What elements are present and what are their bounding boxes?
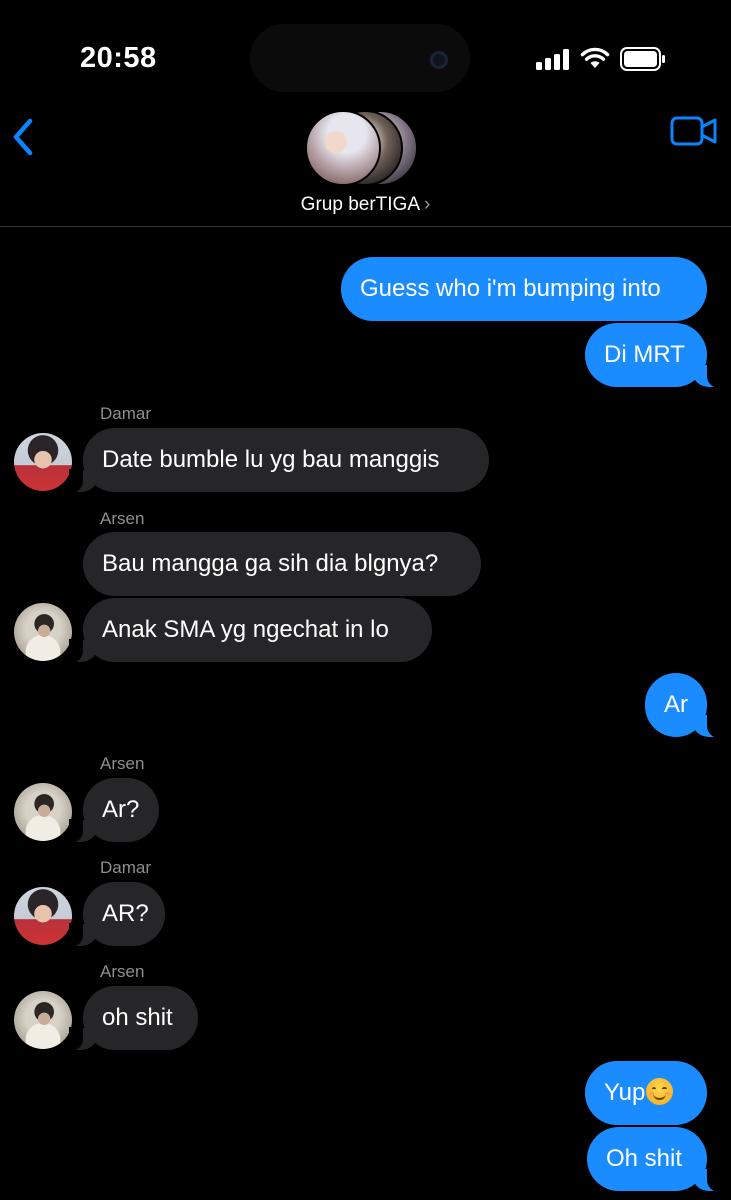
message-text: Ar: [664, 691, 688, 718]
messages-screen: 20:58 Grup berTIGA › Guess who i'm bumpin…: [0, 0, 731, 1200]
sender-name: Damar: [100, 404, 152, 423]
header-divider: [0, 226, 731, 227]
avatar-arsen[interactable]: [14, 991, 72, 1049]
avatar-damar[interactable]: [14, 433, 72, 491]
message-text: oh shit: [102, 1004, 173, 1031]
message-bubble-incoming[interactable]: Date bumble lu yg bau manggis: [69, 428, 489, 493]
battery-icon: [620, 47, 665, 71]
message-text: AR?: [102, 900, 149, 927]
group-avatar-stack[interactable]: [305, 110, 420, 186]
sender-name: Damar: [100, 858, 152, 877]
message-bubble-outgoing[interactable]: Ar: [645, 673, 721, 738]
group-name-button[interactable]: Grup berTIGA ›: [0, 194, 731, 216]
sender-name: Arsen: [100, 509, 145, 528]
message-bubble-incoming[interactable]: Anak SMA yg ngechat in lo: [69, 598, 432, 663]
sender-name: Arsen: [100, 754, 145, 773]
group-member-avatar: [305, 110, 381, 186]
message-bubble-outgoing[interactable]: Yup: [585, 1061, 707, 1125]
back-button[interactable]: [6, 112, 40, 162]
message-bubble-outgoing[interactable]: Guess who i'm bumping into: [341, 257, 707, 321]
message-bubble-outgoing[interactable]: Oh shit: [587, 1127, 721, 1192]
message-text: Oh shit: [606, 1145, 683, 1172]
message-text: Yup: [604, 1079, 646, 1106]
wifi-icon: [580, 47, 610, 68]
smiling-face-icon: [646, 1078, 674, 1105]
message-text: Anak SMA yg ngechat in lo: [102, 616, 389, 643]
avatar-arsen[interactable]: [14, 783, 72, 841]
message-bubble-outgoing[interactable]: Di MRT: [585, 323, 721, 388]
message-bubble-incoming[interactable]: Bau mangga ga sih dia blgnya?: [83, 532, 481, 596]
sender-name: Arsen: [100, 962, 145, 981]
message-bubble-incoming[interactable]: Ar?: [69, 778, 159, 843]
message-text: Date bumble lu yg bau manggis: [102, 446, 440, 473]
chevron-right-icon: ›: [424, 194, 431, 215]
cellular-signal-icon: [536, 48, 572, 70]
video-call-button[interactable]: [670, 114, 718, 148]
status-time: 20:58: [80, 42, 157, 74]
group-name: Grup berTIGA: [300, 194, 420, 215]
message-bubble-incoming[interactable]: oh shit: [69, 986, 198, 1051]
avatar-damar[interactable]: [14, 887, 72, 945]
message-bubble-incoming[interactable]: AR?: [69, 882, 165, 947]
message-text: Ar?: [102, 796, 140, 823]
avatar-arsen[interactable]: [14, 603, 72, 661]
message-text: Di MRT: [604, 341, 685, 368]
camera-icon: [430, 51, 448, 69]
